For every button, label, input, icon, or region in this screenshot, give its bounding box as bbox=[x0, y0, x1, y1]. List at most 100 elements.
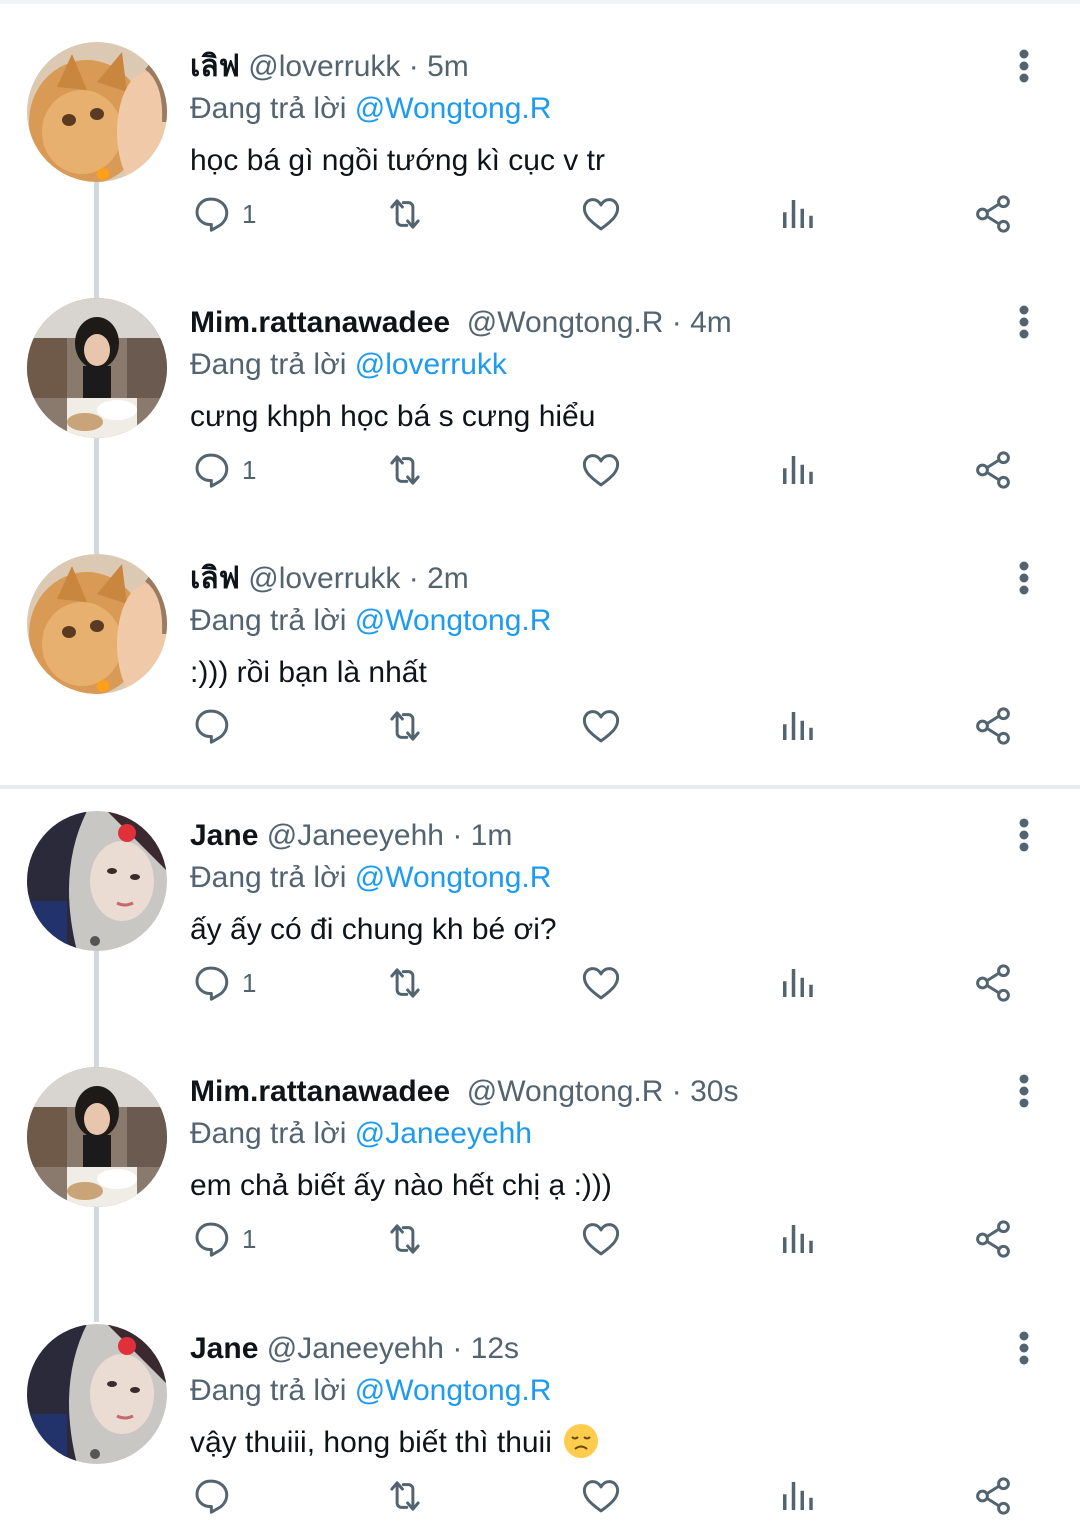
user-handle[interactable]: @Janeeyehh bbox=[267, 819, 444, 852]
user-handle[interactable]: @Janeeyehh bbox=[267, 1332, 444, 1365]
tweet-header: เลิฟ @loverrukk · 5m bbox=[190, 47, 469, 87]
share-button[interactable] bbox=[972, 1472, 1014, 1520]
retweet-button[interactable] bbox=[384, 446, 426, 494]
reply-to-link[interactable]: @Wongtong.R bbox=[355, 92, 552, 125]
display-name[interactable]: Mim.rattanawadee bbox=[190, 306, 450, 339]
reply-to-link[interactable]: @Wongtong.R bbox=[355, 861, 552, 894]
views-button[interactable] bbox=[776, 190, 818, 238]
retweet-button[interactable] bbox=[384, 702, 426, 750]
girl-flower-avatar[interactable] bbox=[27, 811, 167, 951]
like-button[interactable] bbox=[580, 1472, 622, 1520]
tweet-text-container: vậy thuiii, hong biết thì thuii bbox=[190, 1422, 599, 1464]
retweet-button[interactable] bbox=[384, 1215, 426, 1263]
reply-button[interactable] bbox=[190, 1472, 242, 1520]
cat-avatar[interactable] bbox=[27, 42, 167, 182]
display-name[interactable]: Mim.rattanawadee bbox=[190, 1075, 450, 1108]
cat-avatar[interactable] bbox=[27, 554, 167, 694]
display-name[interactable]: เลิฟ bbox=[190, 50, 240, 83]
separator-dot: · bbox=[452, 819, 463, 852]
share-icon bbox=[972, 449, 1014, 491]
reply-to-link[interactable]: @loverrukk bbox=[355, 348, 507, 381]
tweet[interactable]: เลิฟ @loverrukk · 2m Đang trả lời @Wongt… bbox=[0, 554, 1080, 810]
timestamp[interactable]: 2m bbox=[427, 562, 469, 595]
tweet-text: em chả biết ấy nào hết chị ạ :))) bbox=[190, 1169, 612, 1202]
reply-icon bbox=[190, 962, 232, 1004]
tweet[interactable]: Mim.rattanawadee @Wongtong.R · 4m Đang t… bbox=[0, 298, 1080, 554]
reply-count: 1 bbox=[242, 1223, 257, 1254]
user-handle[interactable]: @loverrukk bbox=[248, 562, 400, 595]
reply-button[interactable]: 1 bbox=[190, 959, 256, 1007]
tweet[interactable]: Mim.rattanawadee @Wongtong.R · 30s Đang … bbox=[0, 1067, 1080, 1323]
reply-button[interactable]: 1 bbox=[190, 1215, 256, 1263]
user-handle[interactable]: @Wongtong.R bbox=[467, 306, 664, 339]
reply-icon bbox=[190, 449, 232, 491]
replying-label: Đang trả lời bbox=[190, 1374, 347, 1407]
reply-button[interactable] bbox=[190, 702, 242, 750]
reply-button[interactable]: 1 bbox=[190, 190, 256, 238]
share-icon bbox=[972, 1218, 1014, 1260]
reply-to-link[interactable]: @Wongtong.R bbox=[355, 1374, 552, 1407]
heart-icon bbox=[580, 193, 622, 235]
more-options-icon[interactable] bbox=[1004, 302, 1044, 342]
share-button[interactable] bbox=[972, 702, 1014, 750]
views-button[interactable] bbox=[776, 1472, 818, 1520]
share-button[interactable] bbox=[972, 446, 1014, 494]
views-button[interactable] bbox=[776, 702, 818, 750]
timestamp[interactable]: 30s bbox=[690, 1075, 738, 1108]
girl-glasses-avatar[interactable] bbox=[27, 298, 167, 438]
disappointed-face-icon bbox=[564, 1424, 599, 1458]
replying-label: Đang trả lời bbox=[190, 92, 347, 125]
share-button[interactable] bbox=[972, 1215, 1014, 1263]
timestamp[interactable]: 12s bbox=[471, 1332, 519, 1365]
action-bar: 1 bbox=[190, 190, 1030, 238]
like-button[interactable] bbox=[580, 959, 622, 1007]
replying-label: Đang trả lời bbox=[190, 861, 347, 894]
heart-icon bbox=[580, 705, 622, 747]
views-button[interactable] bbox=[776, 959, 818, 1007]
bar-chart-icon bbox=[776, 193, 818, 235]
retweet-button[interactable] bbox=[384, 190, 426, 238]
timestamp[interactable]: 4m bbox=[690, 306, 732, 339]
share-icon bbox=[972, 1475, 1014, 1517]
user-handle[interactable]: @loverrukk bbox=[248, 50, 400, 83]
like-button[interactable] bbox=[580, 190, 622, 238]
girl-glasses-avatar[interactable] bbox=[27, 1067, 167, 1207]
retweet-button[interactable] bbox=[384, 1472, 426, 1520]
like-button[interactable] bbox=[580, 702, 622, 750]
more-options-icon[interactable] bbox=[1004, 1071, 1044, 1111]
bar-chart-icon bbox=[776, 962, 818, 1004]
like-button[interactable] bbox=[580, 446, 622, 494]
display-name[interactable]: Jane bbox=[190, 1332, 258, 1365]
views-button[interactable] bbox=[776, 446, 818, 494]
share-icon bbox=[972, 193, 1014, 235]
tweet[interactable]: Jane @Janeeyehh · 1m Đang trả lời @Wongt… bbox=[0, 811, 1080, 1067]
more-options-icon[interactable] bbox=[1004, 558, 1044, 598]
reply-icon bbox=[190, 1218, 232, 1260]
share-button[interactable] bbox=[972, 959, 1014, 1007]
more-options-icon[interactable] bbox=[1004, 1328, 1044, 1368]
tweet[interactable]: Jane @Janeeyehh · 12s Đang trả lời @Wong… bbox=[0, 1324, 1080, 1537]
tweet-text: ấy ấy có đi chung kh bé ơi? bbox=[190, 913, 557, 946]
reply-button[interactable]: 1 bbox=[190, 446, 256, 494]
retweet-icon bbox=[384, 1218, 426, 1260]
timestamp[interactable]: 1m bbox=[471, 819, 513, 852]
reply-to-link[interactable]: @Janeeyehh bbox=[355, 1117, 532, 1150]
reply-to-link[interactable]: @Wongtong.R bbox=[355, 604, 552, 637]
timestamp[interactable]: 5m bbox=[427, 50, 469, 83]
display-name[interactable]: Jane bbox=[190, 819, 258, 852]
more-options-icon[interactable] bbox=[1004, 46, 1044, 86]
replying-label: Đang trả lời bbox=[190, 1117, 347, 1150]
tweet[interactable]: เลิฟ @loverrukk · 5m Đang trả lời @Wongt… bbox=[0, 42, 1080, 298]
user-handle[interactable]: @Wongtong.R bbox=[467, 1075, 664, 1108]
like-button[interactable] bbox=[580, 1215, 622, 1263]
replying-label: Đang trả lời bbox=[190, 604, 347, 637]
more-options-icon[interactable] bbox=[1004, 815, 1044, 855]
share-icon bbox=[972, 705, 1014, 747]
share-button[interactable] bbox=[972, 190, 1014, 238]
action-bar: 1 bbox=[190, 959, 1030, 1007]
retweet-button[interactable] bbox=[384, 959, 426, 1007]
girl-flower-avatar[interactable] bbox=[27, 1324, 167, 1464]
display-name[interactable]: เลิฟ bbox=[190, 562, 240, 595]
views-button[interactable] bbox=[776, 1215, 818, 1263]
separator-dot: · bbox=[408, 50, 419, 83]
